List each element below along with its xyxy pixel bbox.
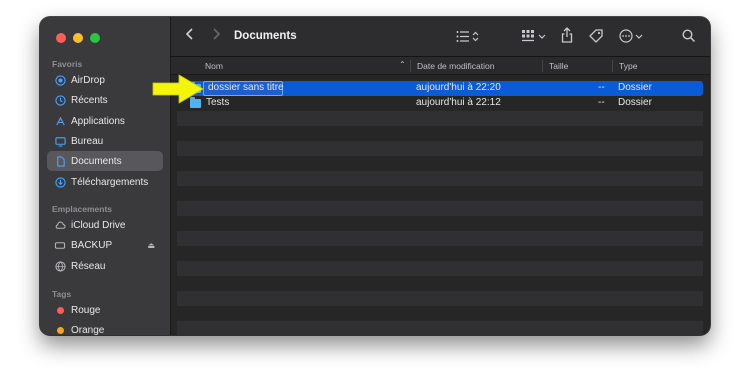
sidebar-item-label: Documents (71, 155, 122, 167)
share-icon[interactable] (561, 27, 573, 46)
empty-row (177, 321, 703, 335)
sidebar-item-label: Bureau (71, 135, 104, 147)
file-name: Tests (206, 97, 230, 108)
empty-row (177, 111, 703, 126)
file-list: dossier sans titre aujourd'hui à 22:20 -… (171, 76, 710, 335)
file-row[interactable]: Tests aujourd'hui à 22:12 -- Dossier (177, 96, 703, 111)
list-view-icon[interactable] (456, 30, 480, 46)
column-separator[interactable] (410, 60, 411, 72)
file-type: Dossier (618, 82, 652, 93)
search-icon[interactable] (682, 29, 696, 46)
column-type[interactable]: Type (619, 61, 637, 71)
close-button[interactable] (56, 33, 66, 43)
sidebar-item-recents[interactable]: Récents (47, 90, 163, 110)
sidebar-item-label: AirDrop (71, 74, 105, 86)
empty-row (177, 231, 703, 246)
column-separator[interactable] (612, 60, 613, 72)
window-controls (56, 33, 100, 43)
applications-icon (54, 115, 66, 127)
column-date[interactable]: Date de modification (417, 61, 495, 71)
sidebar-item-tag-orange[interactable]: Orange (47, 320, 163, 335)
back-button[interactable] (185, 27, 195, 44)
file-date: aujourd'hui à 22:20 (416, 82, 501, 93)
file-name: dossier sans titre (208, 82, 284, 93)
column-size[interactable]: Taille (549, 61, 568, 71)
sidebar: Favoris AirDrop Récents Applications Bur… (40, 17, 171, 335)
group-by-icon[interactable] (521, 29, 549, 46)
file-row[interactable]: dossier sans titre aujourd'hui à 22:20 -… (177, 81, 703, 96)
sidebar-item-downloads[interactable]: Téléchargements (47, 172, 163, 192)
sidebar-item-tag-rouge[interactable]: Rouge (47, 300, 163, 320)
sidebar-item-applications[interactable]: Applications (47, 111, 163, 131)
more-actions-icon[interactable] (619, 29, 647, 46)
column-header: Nom ⌃ Date de modification Taille Type (171, 57, 710, 75)
empty-row (177, 261, 703, 276)
sidebar-section-tags: Tags (52, 289, 72, 299)
toolbar: Documents (171, 17, 710, 57)
file-size: -- (598, 97, 605, 108)
red-tag-icon (54, 304, 66, 316)
column-name[interactable]: Nom (205, 61, 223, 71)
empty-row (177, 171, 703, 186)
sidebar-item-label: Réseau (71, 260, 106, 272)
sidebar-item-label: Rouge (71, 304, 101, 316)
sidebar-item-icloud[interactable]: iCloud Drive (47, 215, 163, 235)
sidebar-item-label: BACKUP (71, 239, 113, 251)
sidebar-item-label: Récents (71, 94, 108, 106)
sidebar-item-network[interactable]: Réseau (47, 256, 163, 276)
tag-icon[interactable] (588, 28, 604, 47)
sort-chevron-icon[interactable]: ⌃ (399, 60, 406, 69)
sidebar-item-label: Orange (71, 324, 105, 336)
clock-icon (54, 94, 66, 106)
sidebar-item-airdrop[interactable]: AirDrop (47, 70, 163, 90)
empty-row (177, 141, 703, 156)
window-title: Documents (234, 30, 297, 42)
desktop-icon (54, 135, 66, 147)
sidebar-item-label: Téléchargements (71, 176, 149, 188)
file-size: -- (598, 82, 605, 93)
sidebar-item-backup[interactable]: BACKUP ⏏ (47, 235, 163, 255)
document-icon (54, 155, 66, 167)
forward-button[interactable] (211, 27, 221, 44)
file-date: aujourd'hui à 22:12 (416, 97, 501, 108)
finder-window: Favoris AirDrop Récents Applications Bur… (40, 17, 710, 335)
empty-row (177, 201, 703, 216)
sidebar-section-locations: Emplacements (52, 204, 112, 214)
eject-icon[interactable]: ⏏ (147, 241, 155, 250)
drive-icon (54, 239, 66, 251)
cloud-icon (54, 219, 66, 231)
orange-tag-icon (54, 324, 66, 335)
column-separator[interactable] (542, 60, 543, 72)
empty-row (177, 291, 703, 306)
annotation-arrow-icon (152, 74, 204, 104)
zoom-button[interactable] (90, 33, 100, 43)
sidebar-item-bureau[interactable]: Bureau (47, 131, 163, 151)
sidebar-section-favorites: Favoris (52, 59, 83, 69)
sidebar-item-documents[interactable]: Documents (47, 151, 163, 171)
sidebar-item-label: iCloud Drive (71, 219, 126, 231)
minimize-button[interactable] (73, 33, 83, 43)
sidebar-item-label: Applications (71, 115, 125, 127)
download-icon (54, 176, 66, 188)
file-type: Dossier (618, 97, 652, 108)
airdrop-icon (54, 74, 66, 86)
network-icon (54, 260, 66, 272)
